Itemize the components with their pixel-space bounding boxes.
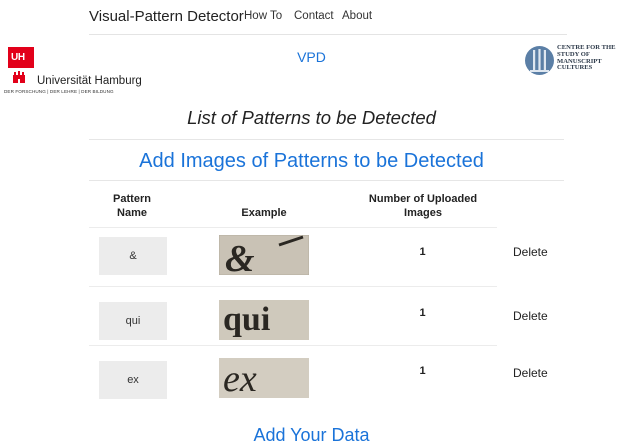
pattern-example-image: qui [219, 300, 309, 340]
pattern-name-button[interactable]: ex [99, 361, 167, 399]
uploaded-count: 1 [419, 246, 426, 258]
table-divider [89, 345, 497, 346]
divider [89, 139, 564, 140]
delete-button[interactable]: Delete [513, 366, 548, 380]
hamburg-castle-icon [13, 71, 25, 83]
divider [89, 180, 564, 181]
table-divider [89, 227, 497, 228]
nav-link-about[interactable]: About [342, 10, 372, 22]
pattern-example-image: ex [219, 358, 309, 398]
navbar: Visual-Pattern Detector How To Contact A… [0, 0, 623, 34]
header-example: Example [241, 207, 287, 219]
header-uploaded-images: Number of Uploaded Images [368, 193, 478, 219]
table-divider [89, 286, 497, 287]
uploaded-count: 1 [419, 307, 426, 319]
svg-text:qui: qui [223, 301, 270, 338]
delete-button[interactable]: Delete [513, 245, 548, 259]
add-data-title: Add Your Data [253, 425, 370, 445]
header-pattern-name: Pattern Name [113, 193, 151, 219]
pattern-name-button[interactable]: qui [99, 302, 167, 340]
navbar-divider [89, 34, 567, 35]
pattern-example-image: & [219, 235, 309, 275]
navbar-brand[interactable]: Visual-Pattern Detector [89, 8, 244, 25]
manuscript-pillar-icon [525, 46, 554, 75]
uhh-logo-motto: DER FORSCHUNG | DER LEHRE | DER BILDUNG [4, 89, 114, 94]
nav-link-contact[interactable]: Contact [294, 10, 334, 22]
nav-link-how-to[interactable]: How To [244, 10, 282, 22]
csmc-logo-text: CENTRE FOR THE STUDY OF MANUSCRIPT CULTU… [557, 44, 616, 72]
list-title: List of Patterns to be Detected [187, 107, 436, 128]
uploaded-count: 1 [419, 365, 426, 377]
svg-text:&: & [225, 238, 255, 275]
delete-button[interactable]: Delete [513, 309, 548, 323]
svg-text:ex: ex [223, 358, 257, 398]
add-images-title: Add Images of Patterns to be Detected [139, 150, 484, 172]
csmc-logo: CENTRE FOR THE STUDY OF MANUSCRIPT CULTU… [525, 44, 623, 84]
uhh-logo-name: Universität Hamburg [37, 75, 142, 87]
pattern-name-button[interactable]: & [99, 237, 167, 275]
